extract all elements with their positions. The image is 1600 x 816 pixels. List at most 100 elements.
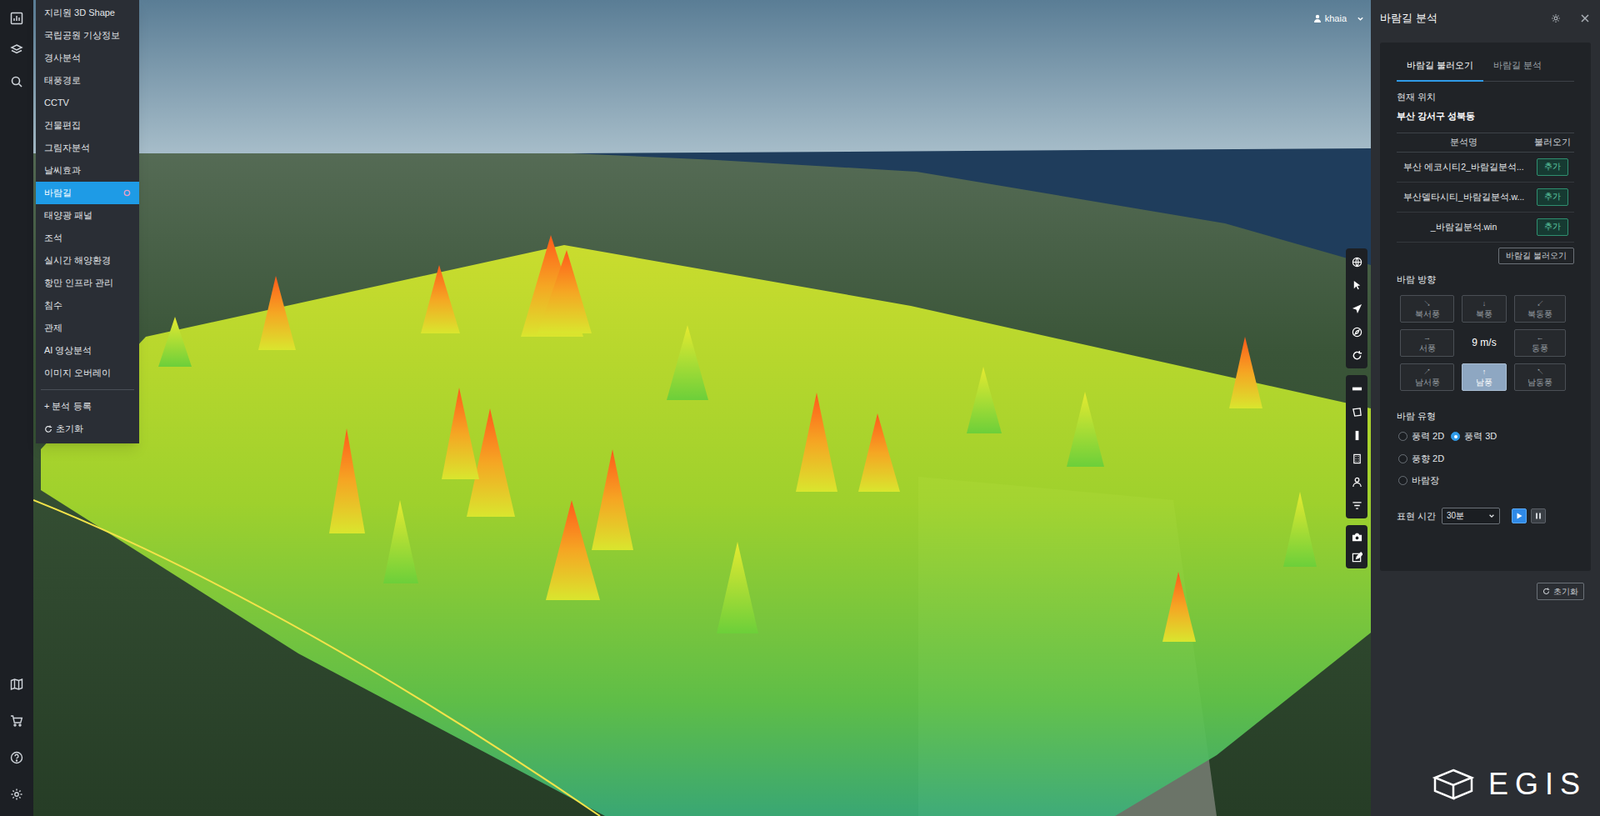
panel-header-actions <box>1550 13 1591 24</box>
direction-label: 남동풍 <box>1527 378 1553 387</box>
direction-arrow: ↓ <box>1482 300 1487 308</box>
filter-icon <box>1351 500 1363 511</box>
direction-button[interactable]: ↖남동풍 <box>1514 363 1566 391</box>
radio-option[interactable]: 풍향 2D <box>1398 451 1575 466</box>
reset-menu-item[interactable]: 초기화 <box>35 417 140 440</box>
radio-option[interactable]: 풍력 3D <box>1450 429 1575 444</box>
area-button[interactable] <box>1345 400 1368 424</box>
capture-button[interactable] <box>1345 526 1368 547</box>
direction-button[interactable]: ↘북서풍 <box>1400 295 1455 323</box>
help-icon[interactable] <box>10 750 24 765</box>
analysis-name: _바람길분석.win <box>1396 220 1531 235</box>
icon-wrap <box>1580 14 1590 23</box>
direction-button[interactable]: ↓북풍 <box>1461 295 1507 323</box>
icon-wrap <box>123 189 131 197</box>
menu-item[interactable]: 경사분석 <box>35 46 140 70</box>
menu-item[interactable]: 바람길 <box>35 181 140 205</box>
menu-item-label: 실시간 해양환경 <box>44 253 111 268</box>
map-view[interactable]: khaia <box>33 0 1371 816</box>
radio-option[interactable]: 바람장 <box>1398 473 1575 488</box>
register-analysis-item[interactable]: + 분석 등록 <box>35 395 140 418</box>
user-menu[interactable]: khaia <box>1313 11 1365 26</box>
menu-item[interactable]: 태양광 패널 <box>35 204 140 227</box>
cursor-icon <box>1351 280 1363 291</box>
rotate-button[interactable] <box>1345 343 1368 367</box>
map-icon[interactable] <box>10 677 24 691</box>
icon-wrap <box>1515 512 1523 520</box>
pause-icon <box>1535 512 1542 520</box>
menu-item-label: 그림자분석 <box>44 140 90 155</box>
compass-button[interactable] <box>1345 320 1368 344</box>
distance-button[interactable] <box>1345 376 1368 400</box>
menu-item-label: 침수 <box>44 298 63 313</box>
filter-button[interactable] <box>1345 493 1368 517</box>
direction-button[interactable]: ↗남서풍 <box>1400 363 1455 391</box>
close-icon[interactable] <box>1580 14 1590 23</box>
panel-tab[interactable]: 바람길 분석 <box>1483 52 1552 82</box>
menu-item[interactable]: 국립공원 기상정보 <box>35 24 140 47</box>
height-button[interactable] <box>1345 423 1368 447</box>
menu-item[interactable]: 건물편집 <box>35 114 140 137</box>
radio-button[interactable] <box>1398 431 1408 441</box>
globe-button[interactable] <box>1345 250 1368 274</box>
menu-item[interactable]: AI 영상분석 <box>35 339 140 362</box>
add-button[interactable]: 추가 <box>1536 158 1569 175</box>
add-button[interactable]: 추가 <box>1536 188 1569 205</box>
person-button[interactable] <box>1345 470 1368 494</box>
height-icon <box>1351 430 1363 441</box>
gear-icon[interactable] <box>1550 13 1561 24</box>
menu-item-label: 바람길 <box>44 185 72 200</box>
tab-label: 바람길 불러오기 <box>1406 60 1474 70</box>
wind-type-label: 바람 유형 <box>1396 409 1575 424</box>
table-row: _바람길분석.win 추가 <box>1396 212 1575 243</box>
menu-item-label: AI 영상분석 <box>44 343 92 358</box>
radio-button[interactable] <box>1398 454 1408 464</box>
menu-item[interactable]: CCTV <box>35 91 140 115</box>
pause-button[interactable] <box>1530 508 1546 524</box>
edit-button[interactable] <box>1345 546 1368 567</box>
navigate-button[interactable] <box>1345 296 1368 320</box>
menu-item[interactable]: 이미지 오버레이 <box>35 361 140 385</box>
radio-option[interactable]: 풍력 2D <box>1398 429 1445 444</box>
panel-tab[interactable]: 바람길 불러오기 <box>1396 52 1484 82</box>
cart-icon[interactable] <box>10 714 24 728</box>
direction-label: 서풍 <box>1419 344 1436 353</box>
building-button[interactable] <box>1345 446 1368 470</box>
radio-button[interactable] <box>1398 475 1408 485</box>
direction-button[interactable]: →서풍 <box>1400 329 1455 357</box>
icon-wrap <box>1488 512 1495 520</box>
table-row: 부산델타시티_바람길분석.w... 추가 <box>1396 182 1575 213</box>
direction-label: 바람 방향 <box>1396 272 1575 287</box>
chart-icon[interactable] <box>10 11 24 25</box>
direction-button[interactable]: ↙북동풍 <box>1514 295 1566 323</box>
direction-arrow: ↗ <box>1423 368 1431 376</box>
direction-arrow: ← <box>1536 334 1545 342</box>
select-button[interactable] <box>1345 273 1368 297</box>
menu-item[interactable]: 태풍경로 <box>35 69 140 92</box>
toolbar-group <box>1345 525 1368 569</box>
menu-item[interactable]: 조석 <box>35 226 140 250</box>
search-icon[interactable] <box>10 75 24 89</box>
add-button[interactable]: 추가 <box>1536 218 1569 235</box>
menu-item[interactable]: 실시간 해양환경 <box>35 249 140 272</box>
gear-icon[interactable] <box>10 787 24 801</box>
icon-wrap <box>44 425 53 434</box>
menu-item[interactable]: 침수 <box>35 294 140 317</box>
person-icon <box>1351 476 1363 488</box>
time-select[interactable]: 30분 <box>1441 507 1500 525</box>
menu-item[interactable]: 날씨효과 <box>35 159 140 182</box>
load-button[interactable]: 바람길 불러오기 <box>1498 247 1575 265</box>
direction-button[interactable]: ←동풍 <box>1514 329 1566 357</box>
play-button[interactable] <box>1511 508 1527 524</box>
egis-logo: EGIS <box>1430 767 1587 801</box>
menu-item[interactable]: 관제 <box>35 316 140 340</box>
menu-item[interactable]: 항만 인프라 관리 <box>35 271 140 295</box>
direction-button[interactable]: ↑남풍 <box>1461 363 1507 391</box>
menu-item-label: CCTV <box>44 95 70 110</box>
analysis-name: 부산델타시티_바람길분석.w... <box>1396 190 1531 205</box>
radio-button[interactable] <box>1450 431 1460 441</box>
layers-icon[interactable] <box>10 43 24 57</box>
reset-button[interactable]: 초기화 <box>1536 582 1585 600</box>
menu-item[interactable]: 지리원 3D Shape <box>35 1 140 25</box>
menu-item[interactable]: 그림자분석 <box>35 136 140 160</box>
